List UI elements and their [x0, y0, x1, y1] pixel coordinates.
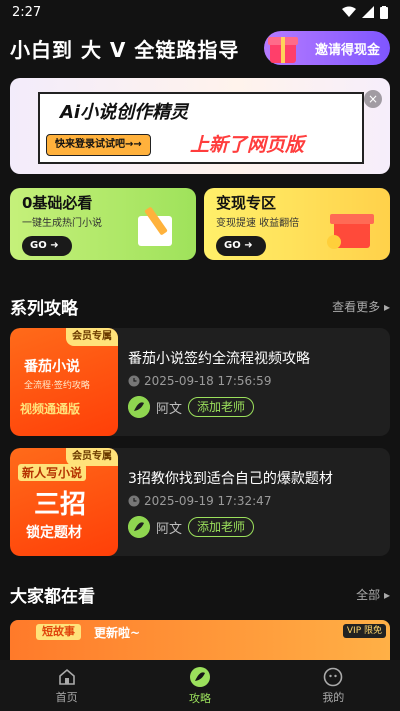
clock-icon [128, 375, 140, 387]
thumb-line: 新人写小说 [18, 464, 87, 481]
tab-label: 攻略 [188, 691, 211, 705]
page-title: 小白到 大 V 全链路指导 [10, 37, 240, 62]
add-teacher-button[interactable]: 添加老师 [188, 397, 255, 417]
header: 小白到 大 V 全链路指导 邀请得现金 [10, 30, 390, 66]
promo-subtitle: 一键生成热门小说 [22, 218, 102, 229]
profile-icon [324, 667, 343, 686]
view-all-label: 全部 [356, 588, 381, 602]
article-time: 2025-09-19 17:32:47 [128, 494, 271, 508]
popular-section-header: 大家都在看 全部 ▸ [10, 582, 390, 607]
thumb-line: 番茄小说 [24, 359, 80, 375]
banner-login-button[interactable]: 快来登录试试吧→→ [46, 134, 151, 156]
clock-icon [128, 495, 140, 507]
thumb-line: 锁定题材 [26, 525, 82, 541]
banner-new-text: 上新了网页版 [190, 134, 305, 156]
series-section-header: 系列攻略 查看更多 ▸ [10, 294, 390, 319]
promo-title: 变现专区 [216, 194, 277, 212]
promo-card-monetize[interactable]: 变现专区 变现提速 收益翻倍 GO ➜ [204, 188, 390, 260]
thumb-line: 视频通通版 [20, 402, 81, 416]
view-all-link[interactable]: 全部 ▸ [356, 586, 390, 603]
tab-profile[interactable]: 我的 [267, 660, 400, 711]
author-name: 阿文 [156, 521, 183, 537]
gift-icon [268, 37, 298, 63]
close-icon[interactable]: × [364, 90, 382, 108]
add-teacher-button[interactable]: 添加老师 [188, 517, 255, 537]
avatar [128, 516, 150, 538]
series-section-title: 系列攻略 [10, 299, 78, 319]
gift-box-icon [327, 214, 374, 249]
article-title: 3招教你找到适合自己的爆款题材 [128, 471, 333, 487]
member-badge: 会员专属 [66, 328, 118, 346]
go-button[interactable]: GO ➜ [22, 236, 72, 256]
status-time: 2:27 [12, 4, 42, 20]
go-button[interactable]: GO ➜ [216, 236, 266, 256]
tab-label: 首页 [55, 690, 78, 704]
article-time: 2025-09-18 17:56:59 [128, 374, 271, 388]
home-icon [58, 668, 75, 685]
thumb-line: 全流程·签约攻略 [24, 381, 90, 391]
article-time-text: 2025-09-18 17:56:59 [144, 374, 272, 388]
tab-home[interactable]: 首页 [0, 660, 133, 711]
promo-title: 0基础必看 [22, 194, 93, 212]
article-time-text: 2025-09-19 17:32:47 [144, 494, 272, 508]
author-name: 阿文 [156, 401, 183, 417]
popular-section-title: 大家都在看 [10, 587, 95, 607]
tab-label: 我的 [322, 690, 345, 704]
leaf-icon [189, 666, 210, 687]
article-thumbnail: 会员专属 番茄小说 全流程·签约攻略 视频通通版 [10, 328, 118, 436]
signal-icon [362, 6, 374, 18]
banner-title: Ai小说创作精灵 [60, 102, 189, 123]
article-card[interactable]: 会员专属 新人写小说 三招 锁定题材 3招教你找到适合自己的爆款题材 2025-… [10, 448, 390, 556]
status-icons [342, 5, 388, 19]
invite-label: 邀请得现金 [314, 42, 380, 58]
bottom-tab-bar: 首页 攻略 我的 [0, 660, 400, 711]
article-author: 阿文 添加老师 [128, 396, 255, 418]
go-label: GO [224, 240, 241, 251]
status-bar: 2:27 [0, 0, 400, 24]
promo-card-beginner[interactable]: 0基础必看 一键生成热门小说 GO ➜ [10, 188, 196, 260]
article-title: 番茄小说签约全流程视频攻略 [128, 351, 310, 367]
story-tag: 短故事 [36, 624, 81, 640]
promo-banner[interactable]: Ai小说创作精灵 快来登录试试吧→→ 上新了网页版 × [10, 78, 390, 174]
pencil-book-icon [138, 207, 172, 246]
popular-banner[interactable]: 短故事 更新啦~ VIP 限免 [10, 620, 390, 660]
battery-icon [380, 5, 388, 19]
go-label: GO [30, 240, 47, 251]
view-more-label: 查看更多 [332, 300, 381, 314]
article-thumbnail: 会员专属 新人写小说 三招 锁定题材 [10, 448, 118, 556]
avatar [128, 396, 150, 418]
promo-subtitle: 变现提速 收益翻倍 [216, 218, 300, 229]
article-author: 阿文 添加老师 [128, 516, 255, 538]
view-more-link[interactable]: 查看更多 ▸ [332, 298, 390, 315]
tab-guide[interactable]: 攻略 [133, 660, 266, 711]
wifi-icon [342, 6, 356, 17]
invite-cash-button[interactable]: 邀请得现金 [264, 31, 390, 65]
banner-card: Ai小说创作精灵 快来登录试试吧→→ 上新了网页版 [38, 92, 364, 164]
thumb-line: 三招 [34, 490, 87, 520]
article-card[interactable]: 会员专属 番茄小说 全流程·签约攻略 视频通通版 番茄小说签约全流程视频攻略 2… [10, 328, 390, 436]
update-text: 更新啦~ [94, 626, 141, 640]
vip-badge: VIP 限免 [342, 624, 386, 638]
